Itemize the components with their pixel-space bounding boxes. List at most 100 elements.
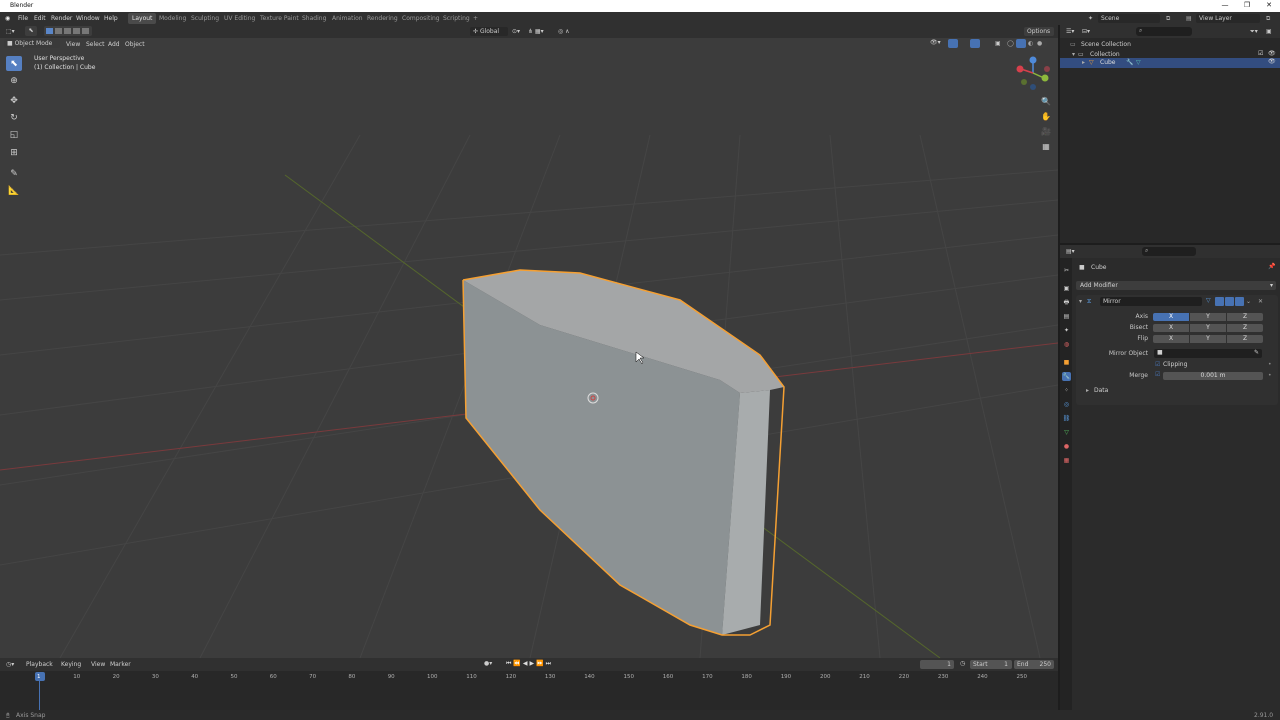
gizmo-neg-z[interactable]: [1030, 84, 1036, 90]
tab-uv-editing[interactable]: UV Editing: [220, 13, 259, 24]
blender-logo-icon[interactable]: ◉: [5, 15, 10, 22]
menu-help[interactable]: Help: [104, 15, 118, 22]
current-frame-field[interactable]: 1: [920, 660, 954, 669]
clipping-checkbox[interactable]: ☑: [1155, 361, 1160, 368]
tab-rendering[interactable]: Rendering: [363, 13, 402, 24]
tab-sculpting[interactable]: Sculpting: [187, 13, 223, 24]
timeline-editor-icon[interactable]: ◷▾: [6, 661, 14, 668]
copy-view-layer-icon[interactable]: ⧉: [1266, 15, 1270, 23]
rotate-tool-icon[interactable]: ↻: [6, 110, 22, 125]
render-toggle-icon[interactable]: [1235, 297, 1244, 306]
menu-render[interactable]: Render: [51, 15, 72, 22]
play-reverse-icon[interactable]: ◀: [523, 660, 530, 667]
axis-x-toggle[interactable]: X: [1153, 313, 1189, 321]
merge-checkbox[interactable]: ☑: [1155, 371, 1160, 378]
mesh-data-icon[interactable]: ▽: [1136, 59, 1141, 66]
gizmo-y-axis[interactable]: [1041, 74, 1049, 82]
eyedropper-icon[interactable]: ✎: [1254, 349, 1259, 356]
merge-distance-field[interactable]: 0.001 m: [1163, 372, 1263, 380]
transform-tool-icon[interactable]: ⊞: [6, 145, 22, 160]
prev-keyframe-icon[interactable]: ⏪: [513, 660, 522, 667]
modifier-name-field[interactable]: Mirror: [1100, 297, 1202, 306]
flip-z-toggle[interactable]: Z: [1227, 335, 1263, 343]
bisect-z-toggle[interactable]: Z: [1227, 324, 1263, 332]
modifier-wrench-icon[interactable]: 🔧: [1126, 59, 1133, 66]
expand-arrow-icon[interactable]: ▾: [1072, 51, 1075, 58]
add-modifier-dropdown[interactable]: Add Modifier ▾: [1076, 281, 1276, 290]
next-keyframe-icon[interactable]: ⏩: [536, 660, 545, 667]
panel-collapse-icon[interactable]: ▾: [1079, 298, 1082, 305]
mirror-object-field[interactable]: ■ ✎: [1154, 349, 1262, 358]
exclude-checkbox-icon[interactable]: ☑: [1258, 50, 1263, 57]
particles-tab-icon[interactable]: ⁘: [1062, 386, 1071, 395]
filter-icon[interactable]: ⏷▾: [1250, 28, 1258, 36]
copy-scene-icon[interactable]: ⧉: [1166, 15, 1170, 23]
maximize-button[interactable]: ❐: [1236, 1, 1258, 9]
tab-modeling[interactable]: Modeling: [155, 13, 190, 24]
texture-tab-icon[interactable]: ▦: [1062, 456, 1071, 465]
preview-range-icon[interactable]: ◷: [960, 660, 965, 667]
timeline-menu-view[interactable]: View: [91, 661, 105, 668]
collapse-arrow-icon[interactable]: ▸: [1082, 59, 1085, 66]
start-frame-field[interactable]: Start 1: [970, 660, 1012, 669]
outliner-row-scene[interactable]: ▭ Scene Collection: [1060, 40, 1280, 50]
keyframe-dot-icon[interactable]: •: [1268, 372, 1272, 379]
menu-file[interactable]: File: [18, 15, 28, 22]
select-box-tool-icon[interactable]: ⬉: [6, 56, 22, 71]
gizmo-neg-x[interactable]: [1044, 66, 1050, 72]
gizmo-z-axis[interactable]: [1029, 56, 1037, 64]
timeline-menu-marker[interactable]: Marker: [110, 661, 131, 668]
playback-controls[interactable]: ⏮⏪◀▶⏩⏭: [506, 660, 553, 668]
properties-search-input[interactable]: ⌕: [1142, 247, 1196, 256]
3d-viewport[interactable]: ⬚▾ ⬉ ✢ Global ⊙▾ ⋔ ▦▾ ◎ ∧ Options ■ Obje…: [0, 25, 1058, 658]
menu-window[interactable]: Window: [76, 15, 100, 22]
gizmo-x-axis[interactable]: [1016, 65, 1024, 73]
render-tab-icon[interactable]: ▣: [1062, 284, 1071, 293]
timeline-menu-playback[interactable]: Playback: [26, 661, 53, 668]
flip-x-toggle[interactable]: X: [1153, 335, 1189, 343]
cage-toggle-icon[interactable]: [1215, 297, 1224, 306]
tab-layout[interactable]: Layout: [128, 13, 157, 24]
measure-tool-icon[interactable]: 📐: [6, 183, 22, 198]
data-subpanel-label[interactable]: Data: [1094, 387, 1108, 394]
jump-end-icon[interactable]: ⏭: [546, 660, 553, 667]
view-layer-tab-icon[interactable]: ▤: [1062, 312, 1071, 321]
axis-y-toggle[interactable]: Y: [1190, 313, 1226, 321]
timeline-menu-keying[interactable]: Keying: [61, 661, 81, 668]
bisect-y-toggle[interactable]: Y: [1190, 324, 1226, 332]
outliner-row-cube[interactable]: ▸ ▽ Cube 🔧 ▽ 👁: [1060, 58, 1280, 68]
keyframe-dot-icon[interactable]: •: [1268, 361, 1272, 368]
auto-keying-icon[interactable]: ●▾: [484, 660, 492, 667]
scene-selector[interactable]: Scene: [1098, 14, 1160, 23]
data-expand-icon[interactable]: ▸: [1086, 387, 1089, 394]
annotate-tool-icon[interactable]: ✎: [6, 166, 22, 181]
add-workspace-button[interactable]: +: [469, 13, 482, 24]
tab-animation[interactable]: Animation: [328, 13, 367, 24]
viewport-toggle-icon[interactable]: [1225, 297, 1234, 306]
timeline-frame-area[interactable]: 1 10 20 30 40 50 60 70 80 90 100 110 120 130 140 150 160…: [0, 671, 1058, 710]
navigation-gizmo[interactable]: [1016, 56, 1051, 91]
modifier-tab-icon[interactable]: 🔧: [1062, 372, 1071, 381]
output-tab-icon[interactable]: 🖶: [1062, 298, 1071, 307]
pan-hand-icon[interactable]: ✋: [1040, 112, 1052, 124]
camera-view-icon[interactable]: 🎥: [1040, 127, 1052, 139]
tab-texture-paint[interactable]: Texture Paint: [256, 13, 303, 24]
edit-mode-toggle-icon[interactable]: ▽: [1206, 297, 1215, 306]
scale-tool-icon[interactable]: ◱: [6, 127, 22, 142]
zoom-icon[interactable]: 🔍: [1040, 97, 1052, 109]
physics-tab-icon[interactable]: ◎: [1062, 400, 1071, 409]
outliner-editor-icon[interactable]: ☰▾: [1066, 28, 1074, 35]
bisect-x-toggle[interactable]: X: [1153, 324, 1189, 332]
outliner-search-input[interactable]: ⌕: [1136, 27, 1192, 36]
scene-tab-icon[interactable]: ✦: [1062, 326, 1071, 335]
eye-icon[interactable]: 👁: [1268, 58, 1276, 65]
properties-editor-icon[interactable]: ▤▾: [1066, 248, 1075, 255]
menu-edit[interactable]: Edit: [34, 15, 46, 22]
view-layer-selector[interactable]: View Layer: [1196, 14, 1260, 23]
delete-modifier-icon[interactable]: ✕: [1258, 298, 1263, 305]
axis-z-toggle[interactable]: Z: [1227, 313, 1263, 321]
material-tab-icon[interactable]: ●: [1062, 442, 1071, 451]
tool-tab-icon[interactable]: ✂: [1062, 266, 1071, 275]
world-tab-icon[interactable]: ◍: [1062, 340, 1071, 349]
flip-y-toggle[interactable]: Y: [1190, 335, 1226, 343]
